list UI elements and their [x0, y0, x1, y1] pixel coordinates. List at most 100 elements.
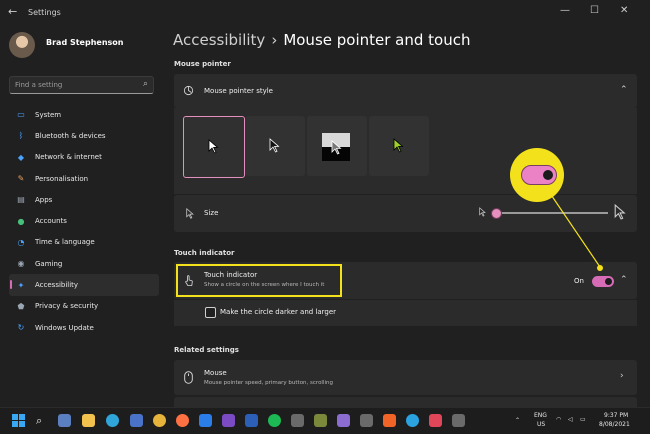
telegram-icon[interactable]: [406, 414, 419, 427]
volume-icon[interactable]: ◁: [568, 416, 573, 423]
mouse-subtitle: Mouse pointer speed, primary button, scr…: [204, 380, 333, 386]
size-slider-thumb[interactable]: [491, 208, 502, 219]
sidebar-item-system[interactable]: ▭ System: [9, 104, 159, 125]
brush-icon: ✎: [17, 174, 25, 184]
bluetooth-icon: ᛒ: [18, 131, 24, 141]
chevron-up-icon[interactable]: ⌃: [620, 85, 628, 95]
sidebar-item-gaming[interactable]: ◉ Gaming: [9, 253, 159, 274]
user-name: Brad Stephenson: [46, 38, 124, 47]
callout-dot: [597, 265, 603, 271]
gamepad-icon: ◉: [17, 259, 25, 269]
sidebar-item-label: Time & language: [35, 238, 95, 247]
sidebar-item-accounts[interactable]: ● Accounts: [9, 210, 159, 231]
apps-icon: ▤: [17, 195, 25, 205]
app-icon[interactable]: [337, 414, 350, 427]
sidebar-item-label: Gaming: [35, 259, 63, 268]
darker-circle-checkbox[interactable]: [205, 307, 216, 318]
edge-icon[interactable]: [106, 414, 119, 427]
cursor-large-icon: [614, 204, 626, 220]
shield-icon: ⬟: [17, 301, 25, 311]
sidebar-item-bluetooth-devices[interactable]: ᛒ Bluetooth & devices: [9, 125, 159, 146]
clock-date[interactable]: 8/08/2021: [599, 421, 630, 428]
sidebar-item-label: Bluetooth & devices: [35, 131, 106, 140]
darker-circle-row: Make the circle darker and larger: [174, 300, 637, 326]
darker-circle-label: Make the circle darker and larger: [220, 308, 337, 316]
chrome-icon[interactable]: [153, 414, 166, 427]
cursor-size-icon: [186, 208, 194, 219]
start-icon[interactable]: [12, 414, 25, 427]
todo-icon[interactable]: [199, 414, 212, 427]
file-explorer-icon[interactable]: [82, 414, 95, 427]
cursor-inverted-icon: [331, 140, 342, 155]
search-taskbar-icon[interactable]: ⌕: [36, 414, 42, 428]
cursor-white-icon: [208, 139, 219, 154]
sidebar-item-windows-update[interactable]: ↻ Windows Update: [9, 317, 159, 338]
store-icon[interactable]: [130, 414, 143, 427]
toggle-zoom-illustration: [521, 165, 557, 185]
sidebar-item-label: Privacy & security: [35, 302, 99, 311]
firefox-icon[interactable]: [176, 414, 189, 427]
sidebar-nav: ▭ System ᛒ Bluetooth & devices ◆ Network & in…: [9, 104, 159, 338]
app-icon[interactable]: [314, 414, 327, 427]
app-icon[interactable]: [360, 414, 373, 427]
maximize-button[interactable]: ☐: [590, 5, 599, 16]
battery-icon[interactable]: ▭: [580, 416, 586, 423]
sidebar-item-label: Accounts: [35, 217, 67, 226]
settings-taskbar-icon[interactable]: [452, 414, 465, 427]
section-mouse-pointer: Mouse pointer: [174, 60, 231, 68]
page-title: Accessibility › Mouse pointer and touch: [173, 31, 470, 49]
pointer-style-icon: [183, 85, 194, 96]
sidebar-item-personalisation[interactable]: ✎ Personalisation: [9, 168, 159, 189]
breadcrumb-accessibility[interactable]: Accessibility: [173, 31, 265, 49]
breadcrumb-current: Mouse pointer and touch: [283, 31, 471, 49]
pointer-style-inverted[interactable]: [307, 116, 367, 176]
chevron-right-icon[interactable]: ›: [620, 371, 624, 381]
minimize-button[interactable]: —: [560, 5, 570, 16]
sidebar-item-apps[interactable]: ▤ Apps: [9, 189, 159, 210]
highlight-box: [176, 264, 342, 297]
settings-window: ← Settings — ☐ ✕ Brad Stephenson ⌕ ▭ Syst…: [0, 0, 650, 434]
chevron-up-icon[interactable]: ⌃: [515, 417, 520, 424]
onenote-icon[interactable]: [222, 414, 235, 427]
sidebar-item-privacy-security[interactable]: ⬟ Privacy & security: [9, 296, 159, 317]
app-icon[interactable]: [291, 414, 304, 427]
pointer-style-custom[interactable]: [369, 116, 429, 176]
search-icon[interactable]: ⌕: [143, 79, 148, 89]
mouse-title: Mouse: [204, 369, 227, 377]
pointer-style-black[interactable]: [245, 116, 305, 176]
language-code[interactable]: ENG: [534, 412, 547, 419]
language-region[interactable]: US: [537, 421, 545, 428]
person-icon: ●: [17, 216, 25, 226]
cursor-black-icon: [269, 138, 280, 153]
app-icon[interactable]: [429, 414, 442, 427]
search-input[interactable]: [15, 79, 133, 91]
related-mouse-card[interactable]: Mouse Mouse pointer speed, primary butto…: [174, 360, 637, 395]
sidebar-item-time-language[interactable]: ◔ Time & language: [9, 232, 159, 253]
touch-indicator-toggle[interactable]: [592, 276, 614, 287]
back-button[interactable]: ←: [8, 5, 17, 18]
avatar[interactable]: [9, 32, 35, 58]
sidebar-item-accessibility[interactable]: ✦ Accessibility: [9, 274, 159, 296]
task-view-icon[interactable]: [58, 414, 71, 427]
globe-clock-icon: ◔: [17, 237, 25, 247]
section-touch-indicator: Touch indicator: [174, 249, 235, 257]
close-button[interactable]: ✕: [620, 5, 628, 16]
pointer-style-white[interactable]: [183, 116, 245, 178]
brave-icon[interactable]: [383, 414, 396, 427]
mouse-pointer-style-card[interactable]: Mouse pointer style ⌃: [174, 74, 637, 108]
word-icon[interactable]: [245, 414, 258, 427]
spotify-icon[interactable]: [268, 414, 281, 427]
sidebar-item-network-internet[interactable]: ◆ Network & internet: [9, 147, 159, 168]
search-box[interactable]: ⌕: [9, 76, 154, 94]
mouse-icon: [184, 371, 193, 384]
chevron-up-icon[interactable]: ⌃: [620, 275, 628, 285]
sidebar-item-label: Network & internet: [35, 153, 102, 162]
active-indicator: [10, 280, 12, 290]
sidebar-item-label: Personalisation: [35, 174, 89, 183]
size-label: Size: [204, 209, 219, 217]
clock-time[interactable]: 9:37 PM: [604, 412, 628, 419]
monitor-icon: ▭: [17, 110, 25, 120]
wifi-icon[interactable]: ◠: [556, 416, 561, 423]
toggle-state-label: On: [574, 277, 584, 285]
cursor-green-icon: [393, 138, 404, 153]
